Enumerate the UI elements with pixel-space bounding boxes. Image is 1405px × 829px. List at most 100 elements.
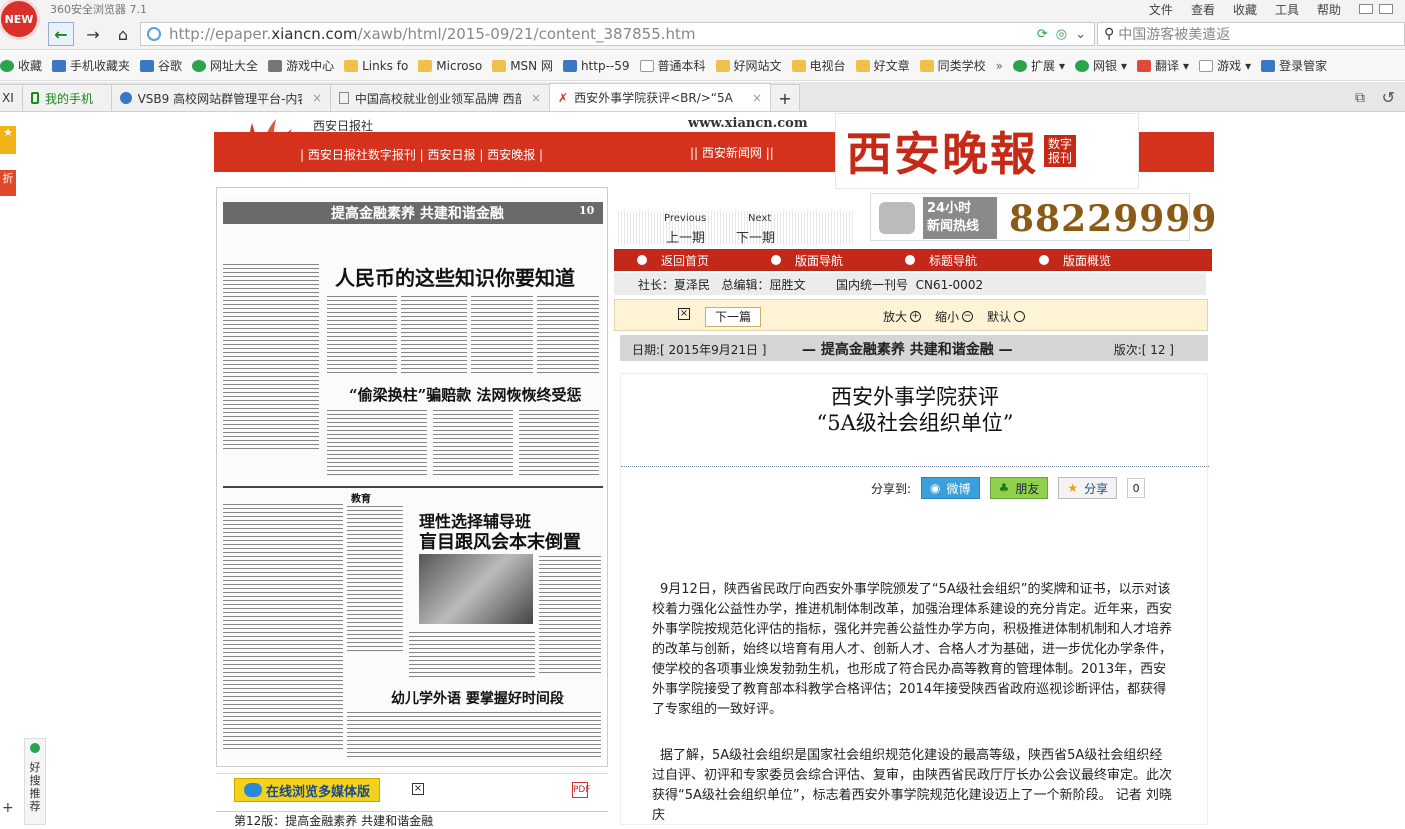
text-column [347,504,403,654]
bookmarks-overflow[interactable]: » [996,59,1003,73]
text-column [539,554,601,674]
nav-title-navigation[interactable]: 标题导航 [905,252,977,269]
bookmarks-bar: 收藏 手机收藏夹 谷歌 网址大全 游戏中心 Links fo Microso M… [0,51,1405,81]
refresh-icon[interactable]: ⟳ [1037,27,1048,42]
home-button[interactable]: ⌂ [110,22,136,46]
next-issue-link[interactable]: 下一期 [736,227,775,246]
toolbar-banking[interactable]: 网银 ▾ [1074,57,1128,74]
weibo-icon: ◉ [930,481,941,495]
newspaper-page-image[interactable]: 提高金融素养 共建和谐金融 10 人民币的这些知识你要知道 “偷梁换柱”骗赔款 … [223,194,603,760]
text-column [347,710,601,758]
phone-icon [52,59,67,72]
url-text[interactable]: http://epaper.xiancn.com/xawb/html/2015-… [169,25,696,43]
new-tab-button[interactable]: + [770,84,800,111]
close-icon[interactable]: × [412,783,424,795]
menu-file[interactable]: 文件 [1149,1,1173,18]
close-icon[interactable]: × [752,91,762,105]
news-site-link[interactable]: || 西安新闻网 || [690,144,774,161]
compat-mode-icon[interactable]: ◎ [1056,27,1067,42]
text-column [471,294,533,374]
share-weibo-button[interactable]: ◉ 微博 [921,477,980,499]
article-body: 西安外事学院获评 “5A级社会组织单位” 分享到: ◉ 微博 ♣ 朋友 ★ 分享 0 … [620,373,1209,825]
tab-career[interactable]: 中国高校就业创业领军品牌 西部 × [330,84,550,111]
tab-current-article[interactable]: ✗ 西安外事学院获评<BR/>“5A × [549,83,771,111]
share-more-button[interactable]: ★ 分享 [1058,477,1118,499]
zoom-out-button[interactable]: 缩小 − [935,308,974,325]
toolbar-translate[interactable]: 翻译 ▾ [1137,57,1189,74]
nav-page-overview[interactable]: 版面概览 [1039,252,1111,269]
next-article-button[interactable]: 下一篇 [705,307,761,327]
title-bar: 360安全浏览器 7.1 文件 查看 收藏 工具 帮助 [0,0,1405,18]
bullet-icon [637,255,647,265]
telephone-icon [879,202,915,234]
site-icon: ✗ [558,90,569,105]
zoom-default-button[interactable]: 默认 [987,308,1026,325]
menu-favorites[interactable]: 收藏 [1233,1,1257,18]
page-content: 西安日报社 www.xiancn.com | 西安日报社数字报刊 | 西安日报 … [0,113,1405,828]
bookmark-favorites[interactable]: 收藏 [0,57,42,74]
thumb-page-no: 10 [579,204,595,217]
home-icon: ⌂ [117,24,129,44]
pdf-icon[interactable]: PDF [572,782,591,798]
tab-my-phone[interactable]: 我的手机 [22,84,112,111]
share-count: 0 [1127,478,1146,498]
minus-circle-icon: − [962,311,974,322]
chevron-down-icon: ▾ [1058,58,1065,73]
undo-icon[interactable]: ↺ [1382,88,1395,107]
chevron-down-icon[interactable]: ⌄ [1075,27,1086,42]
share-label: 分享到: [871,481,912,496]
bullet-icon [771,255,782,265]
forward-button[interactable]: → [80,22,106,46]
minimize-button[interactable] [1359,4,1373,14]
search-input[interactable]: ⚲ 中国游客被美遣返 [1097,22,1405,46]
masthead-title: 西安晚報 [846,127,1038,181]
bookmark-directory[interactable]: 网址大全 [192,57,258,74]
bookmark-undergrad[interactable]: 普通本科 [639,57,706,74]
bullet-icon [1039,255,1050,265]
url-bar[interactable]: http://epaper.xiancn.com/xawb/html/2015-… [140,22,1095,46]
clover-icon: ♣ [998,481,1010,495]
close-icon[interactable]: × [531,91,541,105]
tab-list-icon[interactable]: ⧉ [1355,90,1365,106]
toolbar-login-manager[interactable]: 登录管家 [1261,57,1327,74]
bookmark-links[interactable]: Links fo [344,59,408,73]
page-thumbnail[interactable]: 提高金融素养 共建和谐金融 10 人民币的这些知识你要知道 “偷梁换柱”骗赔款 … [216,187,608,767]
newspaper-masthead: 西安晚報 数字报刊 [835,113,1139,189]
chevron-down-icon: ▾ [1121,58,1128,73]
bookmark-google[interactable]: 谷歌 [140,57,182,74]
nav-home[interactable]: 返回首页 [637,252,709,269]
toolbar-games[interactable]: 游戏 ▾ [1199,57,1251,74]
close-icon[interactable]: × [678,308,690,320]
bookmark-peer-schools[interactable]: 同类学校 [919,57,986,74]
game-icon [1199,59,1214,72]
rail-label: XI [0,84,23,111]
previous-issue-link[interactable]: 上一期 [666,227,705,246]
back-button[interactable]: ← [48,22,74,46]
plus-icon: + [778,88,792,108]
tab-vsb9[interactable]: VSB9 高校网站群管理平台-内容 × [111,84,331,111]
multimedia-edition-button[interactable]: 在线浏览多媒体版 [234,778,380,802]
bookmark-mobile[interactable]: 手机收藏夹 [52,57,130,74]
bookmark-msn[interactable]: MSN 网 [492,57,553,74]
bookmark-http59[interactable]: http--59 [562,59,630,73]
section-divider [223,486,603,488]
site-url[interactable]: www.xiancn.com [688,116,808,131]
menu-view[interactable]: 查看 [1191,1,1215,18]
key-icon [1261,59,1276,72]
bookmark-articles[interactable]: 好文章 [855,57,910,74]
share-friends-button[interactable]: ♣ 朋友 [989,477,1049,499]
header-links[interactable]: | 西安日报社数字报刊 | 西安日报 | 西安晚报 | [300,146,543,163]
menu-help[interactable]: 帮助 [1317,1,1341,18]
close-icon[interactable]: × [312,91,322,105]
bookmark-microsoft[interactable]: Microso [418,59,482,73]
menu-tools[interactable]: 工具 [1275,1,1299,18]
zoom-in-button[interactable]: 放大 + [883,308,922,325]
toolbar-extensions[interactable]: 扩展 ▾ [1012,57,1065,74]
bookmark-tv[interactable]: 电视台 [791,57,846,74]
maximize-button[interactable] [1379,4,1393,14]
bookmark-good-sites[interactable]: 好网站文 [715,57,782,74]
arrow-right-icon: → [86,24,100,44]
nav-page-navigation[interactable]: 版面导航 [771,252,843,269]
bookmark-games-center[interactable]: 游戏中心 [268,57,334,74]
bullet-icon [905,255,916,265]
